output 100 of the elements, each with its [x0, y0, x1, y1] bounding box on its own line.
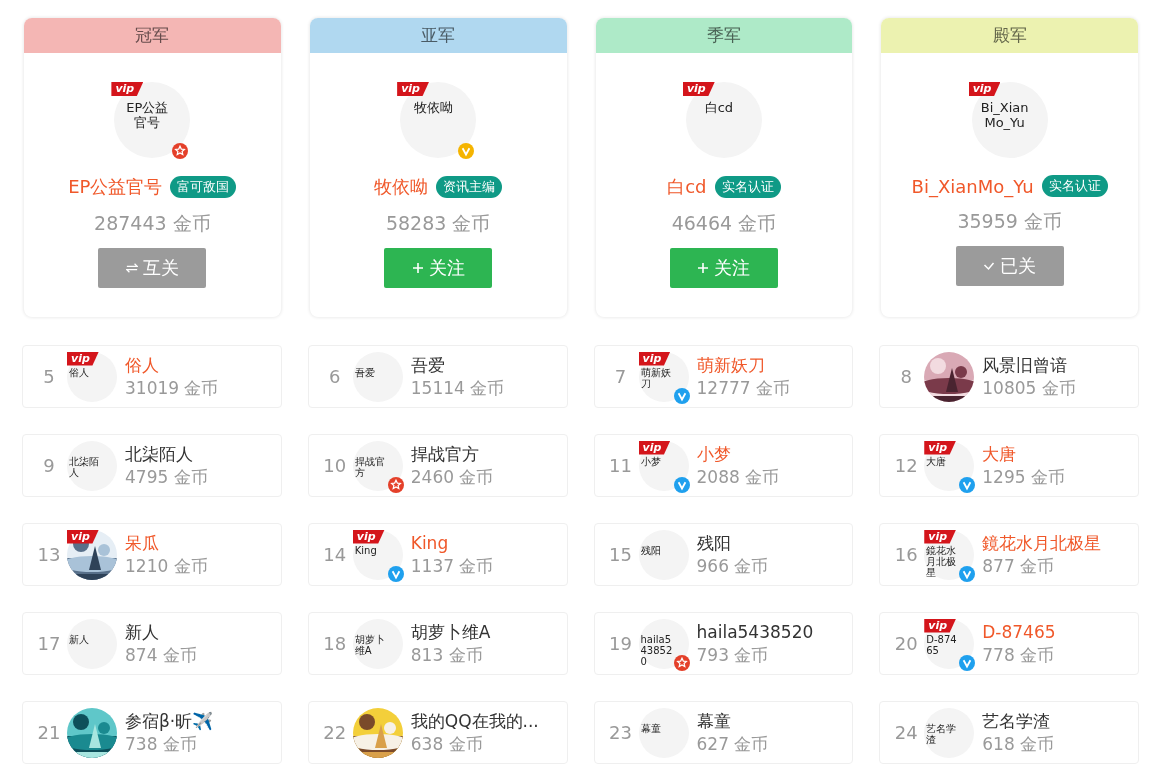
user-name[interactable]: 参宿β·昕✈: [125, 709, 214, 733]
rank-number: 17: [36, 633, 62, 654]
plus-icon: [411, 262, 424, 274]
rank-number: 18: [322, 633, 348, 654]
rank-row[interactable]: 5 vip 俗人 俗人 31019 金币: [22, 345, 282, 408]
user-name[interactable]: 大唐: [982, 442, 1065, 466]
avatar-alt-text: 新人: [69, 633, 90, 645]
user-name[interactable]: 萌新妖刀: [696, 353, 790, 377]
user-name[interactable]: 新人: [125, 620, 197, 644]
rank-number: 19: [608, 633, 633, 654]
coin-count: 874 金币: [125, 643, 197, 667]
rank-number: 16: [893, 544, 919, 565]
avatar-alt-text: 俗人: [69, 366, 90, 378]
coin-count: 738 金币: [125, 732, 198, 756]
plus-icon: [697, 262, 710, 274]
rank-row[interactable]: 12 vip 大唐 大唐 1295 金币: [879, 434, 1139, 497]
check-icon: [983, 260, 996, 272]
mutual-icon: [125, 262, 138, 274]
coin-count: 877 金币: [982, 554, 1056, 578]
coin-count: 4795 金币: [125, 465, 208, 489]
rank-row[interactable]: 7 vip 萌新妖刀 萌新妖刀 12777 金币: [593, 345, 854, 408]
user-name[interactable]: 吾爱: [410, 353, 505, 377]
coin-count: 287443 金币: [94, 211, 211, 236]
vip-badge: vip: [924, 440, 957, 455]
user-name[interactable]: 我的QQ在我的...: [410, 709, 539, 733]
rank-row[interactable]: 14 vip King King 1137 金币: [307, 523, 568, 586]
rank-row[interactable]: 22 我的QQ在我的... 638 金币: [307, 701, 568, 764]
vip-badge: vip: [67, 529, 99, 544]
user-name[interactable]: 幕童: [696, 709, 769, 733]
avatar-alt-text: 白cd: [703, 100, 735, 115]
vip-badge: vip: [924, 529, 957, 544]
user-name[interactable]: haila5438520: [696, 620, 814, 644]
vip-badge: vip: [67, 351, 99, 366]
user-name[interactable]: 残阳: [696, 531, 769, 555]
rank-row[interactable]: 21 参宿β·昕✈ 738 金币: [22, 701, 282, 764]
rank-number: 11: [608, 455, 633, 476]
coin-count: 778 金币: [982, 643, 1056, 667]
avatar-alt-text: Bi_XianMo_Yu: [979, 100, 1030, 130]
place-title: 季军: [706, 24, 741, 47]
place-title: 殿军: [992, 24, 1027, 47]
rank-row[interactable]: 11 vip 小梦 小梦 2088 金币: [593, 434, 854, 497]
avatar-alt-text: 幕童: [640, 722, 662, 734]
user-tag: 富可敌国: [170, 176, 237, 198]
avatar-alt-text: King: [354, 544, 378, 556]
avatar-placeholder: [67, 351, 117, 402]
user-name[interactable]: 牧依呦: [374, 175, 429, 199]
user-name[interactable]: 艺名学渣: [982, 709, 1055, 733]
vip-badge: vip: [111, 82, 144, 96]
rank-row[interactable]: 17 新人 新人 874 金币: [22, 612, 282, 675]
rank-row[interactable]: 6 吾爱 吾爱 15114 金币: [307, 345, 568, 408]
user-name[interactable]: King: [410, 531, 494, 555]
user-name[interactable]: 鏡花水月北极星: [982, 531, 1102, 555]
coin-count: 31019 金币: [125, 376, 219, 400]
avatar-alt-text: 艺名学渣: [926, 722, 958, 745]
vip-badge: vip: [638, 440, 671, 455]
vip-badge: vip: [638, 351, 671, 366]
rank-row[interactable]: 23 幕童 幕童 627 金币: [593, 701, 854, 764]
avatar-alt-text: 小梦: [640, 455, 662, 467]
rank-number: 9: [42, 455, 56, 476]
coin-count: 1295 金币: [982, 465, 1065, 489]
place-title: 亚军: [421, 24, 456, 47]
coin-count: 618 金币: [982, 732, 1055, 756]
place-title: 冠军: [135, 24, 170, 47]
avatar-alt-text: EP公益官号: [125, 100, 170, 130]
vip-badge: vip: [968, 82, 1001, 96]
rank-row[interactable]: 8 风景旧曾谙 10805 金币: [879, 345, 1139, 408]
coin-count: 813 金币: [410, 643, 484, 667]
coin-count: 793 金币: [696, 643, 770, 667]
rank-number: 10: [322, 455, 348, 476]
avatar-alt-text: 萌新妖刀: [640, 366, 672, 389]
rank-row[interactable]: 13 vip 呆瓜 1210 金币: [22, 523, 282, 586]
coin-count: 966 金币: [696, 554, 769, 578]
coin-count: 15114 金币: [410, 376, 505, 400]
rank-number: 8: [899, 366, 913, 387]
avatar-alt-text: 捍战官方: [354, 455, 386, 478]
user-name[interactable]: 风景旧曾谙: [982, 353, 1076, 377]
vip-badge: vip: [397, 82, 429, 96]
avatar-alt-text: 大唐: [926, 455, 948, 467]
user-name[interactable]: 白cd: [667, 175, 707, 199]
rank-number: 13: [36, 544, 62, 565]
avatar-alt-text: D-87465: [926, 633, 958, 656]
rank-row[interactable]: 9 北柒陌人 北柒陌人 4795 金币: [22, 434, 282, 497]
avatar-alt-text: 鏡花水月北极星: [926, 544, 958, 578]
coin-count: 1137 金币: [410, 554, 494, 578]
coin-count: 638 金币: [410, 732, 484, 756]
rank-number: 5: [42, 366, 56, 387]
user-name[interactable]: 北柒陌人: [125, 442, 208, 466]
coin-count: 35959 金币: [957, 209, 1062, 234]
vip-badge: vip: [924, 618, 957, 633]
user-name[interactable]: 胡萝卜维A: [410, 620, 491, 644]
rank-number: 14: [322, 544, 348, 565]
vip-badge: vip: [352, 529, 385, 544]
user-name[interactable]: 俗人: [125, 353, 219, 377]
rank-number: 23: [608, 722, 633, 743]
user-name[interactable]: 小梦: [696, 442, 780, 466]
coin-count: 46464 金币: [671, 211, 777, 236]
rank-number: 20: [893, 633, 919, 654]
user-name[interactable]: 捍战官方: [410, 442, 494, 466]
coin-count: 12777 金币: [696, 376, 790, 400]
rank-row[interactable]: 15 残阳 残阳 966 金币: [593, 523, 854, 586]
